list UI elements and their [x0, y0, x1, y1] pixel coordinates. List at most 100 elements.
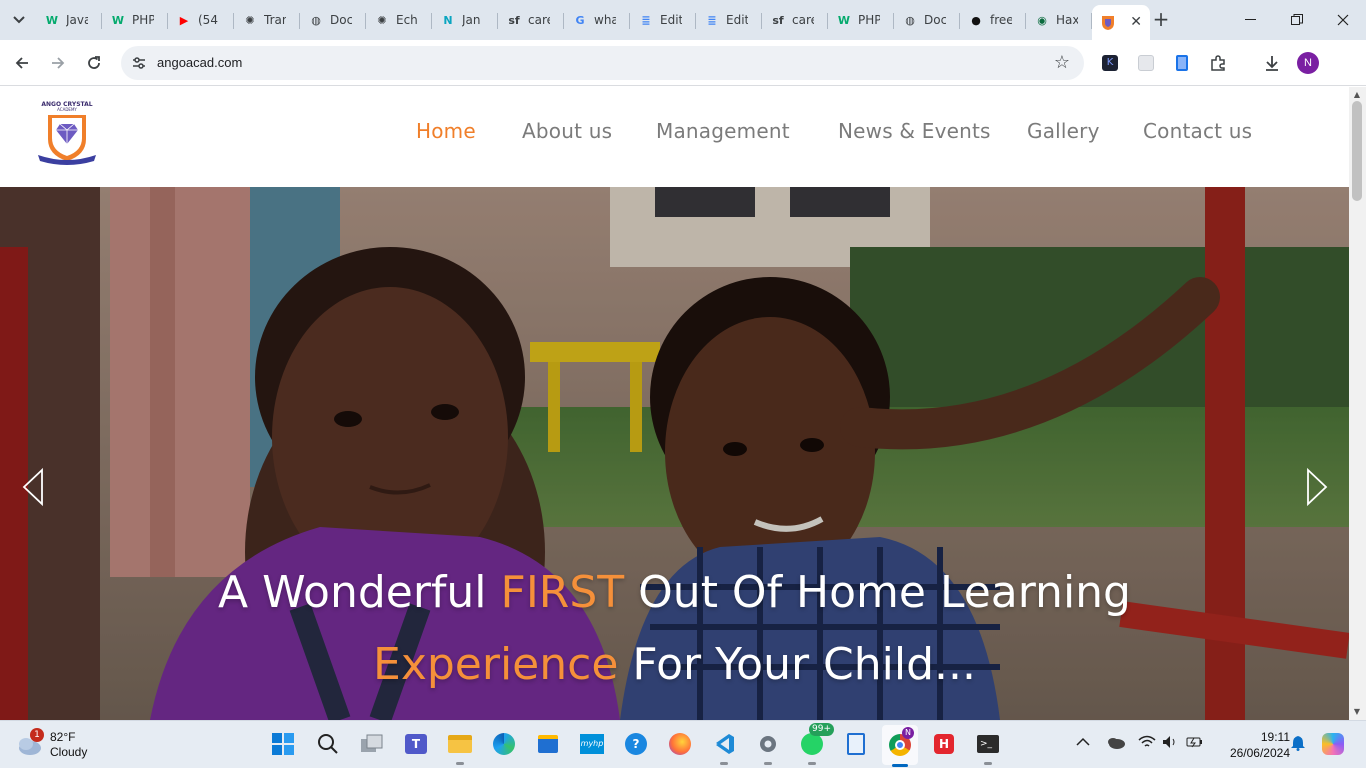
task-view-icon — [361, 734, 383, 752]
browser-tab[interactable]: W Java — [36, 5, 102, 35]
scroll-down-arrow[interactable]: ▼ — [1352, 707, 1362, 717]
weather-widget[interactable]: 1 82°F Cloudy — [16, 727, 87, 763]
tab-title: (54 — [198, 13, 218, 27]
browser-tab[interactable]: ◉ Hax — [1026, 5, 1092, 35]
search-button[interactable] — [315, 731, 341, 757]
weather-badge: 1 — [30, 728, 44, 742]
extension-clipboard-icon[interactable] — [1172, 53, 1192, 73]
downloads-icon[interactable] — [1262, 53, 1282, 73]
hero-highlight-experience: Experience — [373, 639, 619, 690]
nav-link-news-events[interactable]: News & Events — [838, 119, 991, 143]
browser-tab[interactable]: ▶ (54 — [168, 5, 234, 35]
show-hidden-icons-chevron[interactable] — [1076, 735, 1090, 751]
vscode-icon[interactable] — [711, 731, 737, 765]
extension-grid-icon[interactable] — [1136, 53, 1156, 73]
nav-link-home[interactable]: Home — [416, 119, 476, 143]
tab-search-button[interactable] — [8, 9, 30, 31]
task-view-button[interactable] — [359, 731, 385, 757]
reload-button[interactable] — [82, 51, 106, 75]
prev-slide-button[interactable] — [18, 467, 48, 507]
heidisql-icon[interactable]: H — [931, 731, 957, 757]
browser-tab[interactable]: ✺ Tran — [234, 5, 300, 35]
firefox-icon[interactable] — [667, 731, 693, 757]
hero-text: A Wonderful — [218, 567, 501, 618]
get-help-icon[interactable]: ? — [623, 731, 649, 757]
browser-tab-strip: WJavaWPHP▶(54✺Tran◍Doc✺EchNJansfcareGwha… — [0, 0, 1366, 40]
copilot-icon[interactable] — [1322, 733, 1344, 755]
next-slide-button[interactable] — [1302, 467, 1332, 507]
terminal-icon[interactable]: >_ — [975, 731, 1001, 765]
edge-icon[interactable] — [491, 731, 517, 757]
hero-text: Out Of Home Learning — [624, 567, 1131, 618]
back-button[interactable] — [10, 51, 34, 75]
close-icon — [1337, 14, 1349, 26]
start-button[interactable] — [270, 731, 296, 757]
browser-tab[interactable]: sfcare — [762, 5, 828, 35]
url-text[interactable]: angoacad.com — [157, 55, 242, 70]
wifi-icon[interactable] — [1138, 735, 1156, 753]
sf-icon: sf — [508, 13, 520, 27]
clock-time: 19:11 — [1260, 730, 1290, 744]
notepad-icon[interactable] — [843, 731, 869, 757]
weather-condition: Cloudy — [50, 745, 88, 759]
forward-button[interactable] — [46, 51, 70, 75]
site-settings-icon[interactable] — [131, 55, 147, 71]
system-clock[interactable]: 19:11 26/06/2024 — [1216, 729, 1290, 761]
browser-tab[interactable]: W PHP — [102, 5, 168, 35]
volume-icon[interactable] — [1162, 735, 1178, 753]
scrollbar-thumb[interactable] — [1352, 101, 1362, 201]
tab-title: wha — [594, 13, 616, 27]
myhp-icon[interactable]: myhp — [579, 731, 605, 757]
minimize-button[interactable] — [1228, 0, 1274, 40]
browser-tab[interactable]: ◍ Doc — [894, 5, 960, 35]
chatgpt-icon: ✺ — [377, 13, 387, 27]
browser-tab[interactable]: ◍ Doc — [300, 5, 366, 35]
tab-title: Hax — [1056, 13, 1078, 27]
browser-tab[interactable]: W PHP — [828, 5, 894, 35]
browser-tab[interactable]: ✺ Ech — [366, 5, 432, 35]
close-window-button[interactable] — [1320, 0, 1366, 40]
whatsapp-icon[interactable]: 99+ — [799, 723, 834, 765]
tab-title: Edit — [726, 13, 748, 27]
w3schools-icon: W — [45, 13, 59, 27]
windows-taskbar: 1 82°F Cloudy T myhp ? 99+ N H >_ 19:11 … — [0, 720, 1366, 768]
restore-button[interactable] — [1274, 0, 1320, 40]
google-icon: G — [575, 13, 585, 27]
nav-link-gallery[interactable]: Gallery — [1027, 119, 1100, 143]
chrome-icon[interactable]: N — [882, 725, 918, 767]
browser-tab[interactable]: N Jan — [432, 5, 498, 35]
nav-link-contact-us[interactable]: Contact us — [1143, 119, 1252, 143]
onedrive-icon[interactable] — [1106, 735, 1126, 753]
page-scrollbar[interactable]: ▲ ▼ — [1349, 87, 1366, 720]
sf-icon: sf — [772, 13, 784, 27]
extensions-puzzle-icon[interactable] — [1208, 53, 1228, 73]
github-icon: ● — [971, 13, 981, 27]
microsoft-store-icon[interactable] — [535, 731, 561, 757]
settings-icon[interactable] — [755, 731, 781, 765]
hero-headline: A Wonderful FIRST Out Of Home Learning E… — [0, 557, 1349, 701]
clock-date: 26/06/2024 — [1229, 746, 1290, 760]
chevron-down-icon — [13, 16, 25, 24]
browser-tab[interactable]: ● free — [960, 5, 1026, 35]
browser-tab-active[interactable]: ✕ — [1092, 5, 1150, 40]
search-icon — [318, 734, 338, 754]
eye-icon: ◉ — [1037, 13, 1047, 27]
notifications-bell-icon[interactable] — [1290, 735, 1306, 755]
scroll-up-arrow[interactable]: ▲ — [1352, 90, 1362, 100]
battery-icon[interactable] — [1186, 735, 1204, 753]
extension-k-icon[interactable]: K — [1100, 53, 1120, 73]
file-explorer-icon[interactable] — [447, 731, 473, 765]
profile-avatar[interactable]: N — [1297, 52, 1319, 74]
youtube-icon: ▶ — [179, 13, 189, 27]
bookmark-star-icon[interactable]: ☆ — [1054, 52, 1070, 73]
browser-tab[interactable]: sfcare — [498, 5, 564, 35]
browser-tab[interactable]: ≣ Edit — [630, 5, 696, 35]
browser-tab[interactable]: ≣ Edit — [696, 5, 762, 35]
nav-link-about-us[interactable]: About us — [522, 119, 612, 143]
address-bar[interactable]: angoacad.com ☆ — [121, 46, 1084, 80]
teams-icon[interactable]: T — [403, 731, 429, 757]
new-tab-button[interactable]: + — [1150, 8, 1172, 30]
nav-link-management[interactable]: Management — [656, 119, 790, 143]
close-tab-icon[interactable]: ✕ — [1130, 14, 1142, 30]
browser-tab[interactable]: Gwha — [564, 5, 630, 35]
